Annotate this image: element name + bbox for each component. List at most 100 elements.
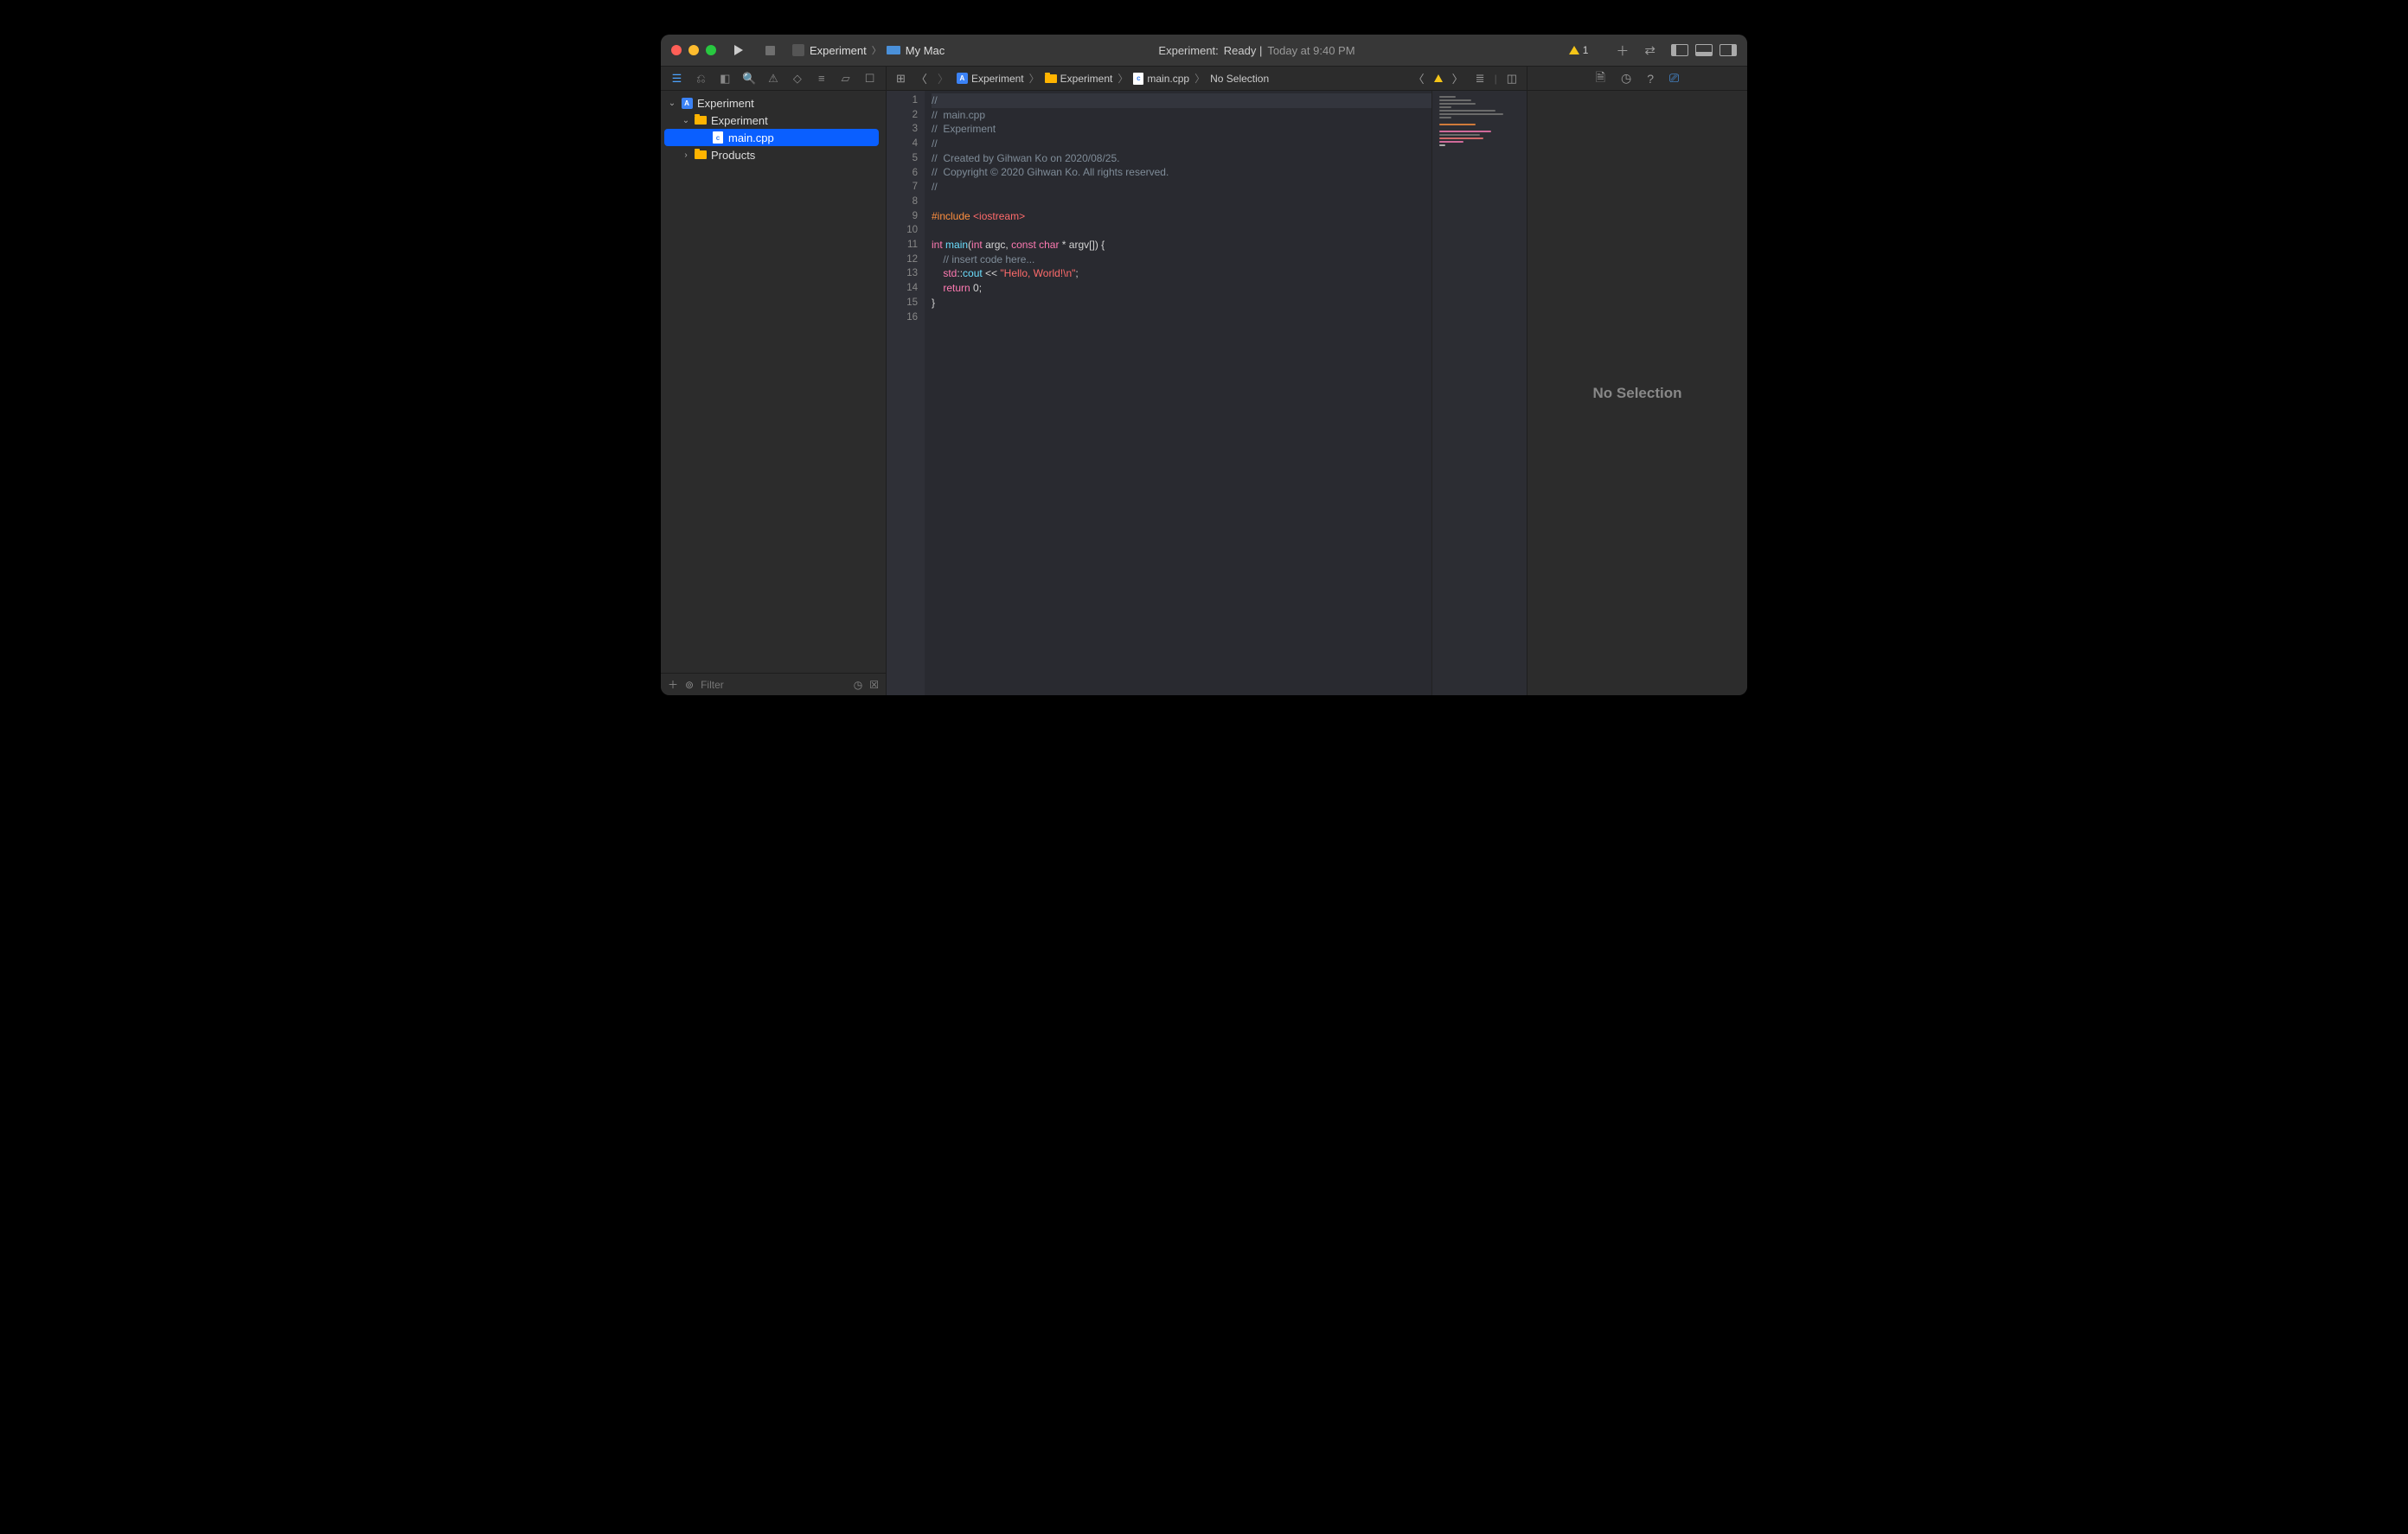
run-button[interactable] [730,42,747,59]
debug-nav-tab[interactable]: ≡ [814,72,829,85]
clock-icon: ◷ [1621,71,1631,85]
code-line[interactable]: int main(int argc, const char * argv[]) … [932,238,1431,252]
code-line[interactable]: } [932,296,1431,310]
find-nav-tab[interactable]: 🔍 [742,72,757,86]
document-icon: 🗎 [1596,70,1605,84]
breadcrumb-item: main.cpp [1147,73,1189,85]
code-line[interactable]: return 0; [932,281,1431,296]
code-line[interactable]: #include <iostream> [932,209,1431,224]
toggle-debug-area-button[interactable] [1695,44,1713,56]
inspector-tabs: 🗎 ◷ ? ⎚ [1527,67,1747,91]
code-line[interactable]: std::cout << "Hello, World!\n"; [932,266,1431,281]
chevron-icon[interactable]: ⌄ [668,99,676,108]
chevron-icon[interactable]: › [682,150,690,160]
prev-issue-button[interactable]: 〈 [1411,70,1427,86]
breadcrumb-file[interactable]: c main.cpp [1133,73,1189,85]
xcode-window: Experiment 〉 My Mac Experiment: Ready | … [661,35,1747,695]
related-items-button[interactable]: ⊞ [893,72,908,86]
jump-bar: ⊞ 〈 〉 A Experiment 〉 Experiment 〉 c main… [887,67,1527,91]
symbol-nav-tab[interactable]: ◧ [718,72,733,86]
breakpoint-nav-tab[interactable]: ▱ [838,72,853,86]
folder-icon [694,116,708,125]
chevron-right-icon: 〉 [1029,71,1040,86]
breadcrumb-folder[interactable]: Experiment [1045,73,1113,85]
stop-button[interactable] [761,42,778,59]
filter-icon: ⊚ [685,679,694,691]
code-line[interactable]: // Created by Gihwan Ko on 2020/08/25. [932,151,1431,166]
status-project: Experiment: [1158,44,1218,57]
forward-button[interactable]: 〉 [935,70,951,86]
code-line[interactable]: // [932,180,1431,195]
code-line[interactable] [932,195,1431,209]
code-line[interactable]: // [932,137,1431,151]
warning-icon [1569,46,1579,54]
editor-body: 12345678910111213141516 //// main.cpp// … [887,91,1527,695]
project-navigator-tab[interactable]: ☰ [669,72,684,86]
toolbar: Experiment 〉 My Mac Experiment: Ready | … [661,35,1747,67]
issue-nav-tab[interactable]: ⚠ [766,72,781,86]
help-inspector-tab[interactable]: ? [1647,72,1654,86]
code-line[interactable]: // insert code here... [932,252,1431,267]
chevron-icon[interactable]: ⌄ [682,116,690,125]
code-line[interactable]: // Copyright © 2020 Gihwan Ko. All right… [932,165,1431,180]
warning-icon[interactable] [1434,74,1443,82]
editor-options-button[interactable]: ≣ [1473,72,1488,86]
test-nav-tab[interactable]: ◇ [790,72,804,86]
code-line[interactable] [932,223,1431,238]
adjust-editor-button[interactable]: ◫ [1504,72,1520,86]
source-control-nav-tab[interactable]: ⎌ [694,72,708,86]
code-line[interactable]: // Experiment [932,122,1431,137]
tree-item-label: Experiment [697,97,754,110]
panel-toggles [1671,44,1737,56]
tree-row[interactable]: ⌄ AExperiment [661,94,882,112]
history-inspector-tab[interactable]: ◷ [1621,71,1631,86]
toggle-navigator-button[interactable] [1671,44,1688,56]
issues-badge[interactable]: 1 [1569,44,1589,56]
scheme-selector[interactable]: Experiment 〉 My Mac [792,43,945,57]
code-line[interactable] [932,310,1431,324]
tree-row[interactable]: cmain.cpp [664,129,879,146]
close-button[interactable] [671,45,682,55]
breadcrumb-project[interactable]: A Experiment [957,73,1024,85]
code-line[interactable]: // main.cpp [932,108,1431,123]
status-time: Today at 9:40 PM [1267,44,1354,57]
toggle-inspector-button[interactable] [1720,44,1737,56]
breadcrumb-selection[interactable]: No Selection [1210,73,1269,85]
tree-row[interactable]: › Products [661,146,882,163]
code-line[interactable]: // [932,93,1431,108]
cpp-file-icon: c [711,131,725,144]
toolbar-right: ＋ ⇄ [1616,42,1737,60]
stop-icon [765,46,775,55]
next-issue-button[interactable]: 〉 [1450,70,1466,86]
file-inspector-tab[interactable]: 🗎 [1596,68,1605,89]
xcode-project-icon: A [680,98,694,109]
line-gutter[interactable]: 12345678910111213141516 [887,91,925,695]
tree-item-label: Products [711,149,755,162]
tree-row[interactable]: ⌄Experiment [661,112,882,129]
minimize-button[interactable] [688,45,699,55]
scm-filter-icon[interactable]: ☒ [869,679,879,691]
help-icon: ? [1647,72,1654,86]
filter-input[interactable] [701,679,847,691]
tree-item-label: main.cpp [728,131,774,144]
inspector-sidebar: 🗎 ◷ ? ⎚ No Selection [1527,67,1747,695]
recent-icon[interactable]: ◷ [854,679,862,691]
breadcrumb-item: Experiment [971,73,1024,85]
code-review-icon[interactable]: ⇄ [1644,42,1656,58]
folder-icon [1045,74,1057,83]
folder-tree-icon: ☰ [672,72,682,86]
source-editor[interactable]: //// main.cpp// Experiment//// Created b… [925,91,1431,695]
scheme-name: Experiment [810,44,867,57]
inspector-empty: No Selection [1527,91,1747,695]
add-button[interactable]: ＋ [668,677,678,692]
report-nav-tab[interactable]: ☐ [862,72,877,86]
maximize-button[interactable] [706,45,716,55]
breadcrumb-item: Experiment [1060,73,1113,85]
minimap[interactable] [1431,91,1527,695]
attributes-inspector-tab[interactable]: ⎚ [1669,71,1679,86]
back-button[interactable]: 〈 [913,70,930,86]
plus-icon[interactable]: ＋ [1616,42,1629,60]
project-tree[interactable]: ⌄AExperiment⌄Experimentcmain.cpp›Product… [661,91,886,673]
mac-icon [887,46,900,54]
editor-area: ⊞ 〈 〉 A Experiment 〉 Experiment 〉 c main… [887,67,1527,695]
